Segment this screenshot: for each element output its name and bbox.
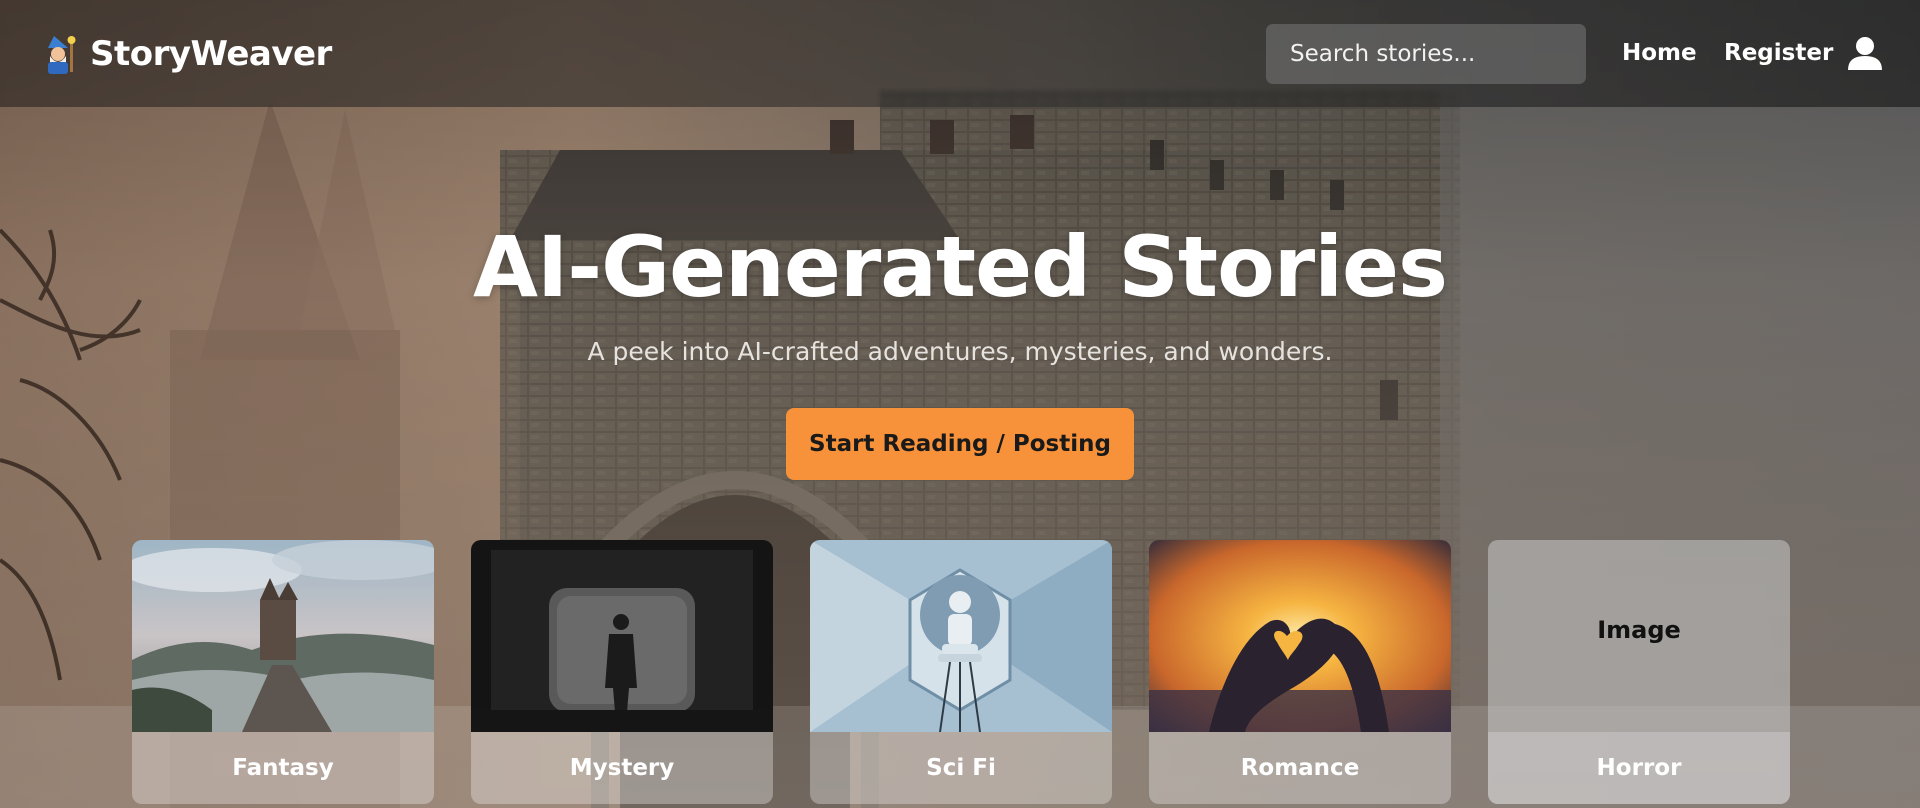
- top-navbar: StoryWeaver Home Register: [0, 0, 1920, 107]
- category-cards: Fantasy Mystery Sci Fi Romance Image Hor…: [132, 540, 1790, 804]
- nav-home-link[interactable]: Home: [1622, 40, 1697, 66]
- card-label-bar: Fantasy: [132, 732, 434, 804]
- category-label: Fantasy: [232, 755, 334, 781]
- category-label: Horror: [1596, 755, 1682, 781]
- category-label: Romance: [1240, 755, 1360, 781]
- brand[interactable]: StoryWeaver: [44, 34, 332, 74]
- search-input[interactable]: [1266, 24, 1586, 84]
- category-card-horror[interactable]: Image Horror: [1488, 540, 1790, 804]
- user-account-icon[interactable]: [1848, 36, 1882, 70]
- card-label-bar: Sci Fi: [810, 732, 1112, 804]
- scifi-image: [810, 540, 1112, 732]
- category-card-romance[interactable]: Romance: [1149, 540, 1451, 804]
- category-card-fantasy[interactable]: Fantasy: [132, 540, 434, 804]
- category-card-mystery[interactable]: Mystery: [471, 540, 773, 804]
- card-label-bar: Mystery: [471, 732, 773, 804]
- mystery-image: [471, 540, 773, 732]
- nav-register-link[interactable]: Register: [1724, 40, 1833, 66]
- brand-name: StoryWeaver: [90, 34, 332, 74]
- fantasy-image: [132, 540, 434, 732]
- category-card-scifi[interactable]: Sci Fi: [810, 540, 1112, 804]
- wizard-logo-icon: [48, 36, 76, 74]
- image-placeholder-text: Image: [1597, 616, 1681, 644]
- card-label-bar: Romance: [1149, 732, 1451, 804]
- hero-title: AI-Generated Stories: [473, 218, 1448, 316]
- category-label: Sci Fi: [926, 755, 996, 781]
- card-label-bar: Horror: [1488, 732, 1790, 804]
- romance-image: [1149, 540, 1451, 732]
- start-reading-button[interactable]: Start Reading / Posting: [786, 408, 1134, 480]
- category-label: Mystery: [569, 755, 675, 781]
- hero-subtitle: A peek into AI-crafted adventures, myste…: [587, 337, 1333, 366]
